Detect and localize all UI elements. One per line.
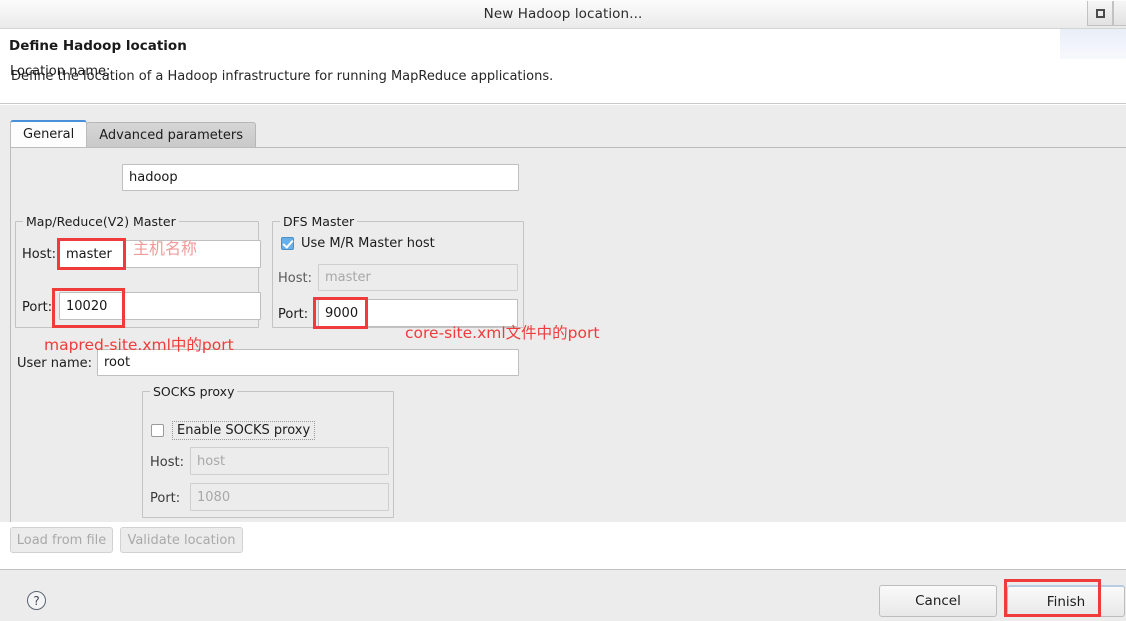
help-icon-label: ? — [33, 593, 40, 608]
dfs-host-input: master — [318, 264, 518, 291]
dfs-host-placeholder: master — [325, 270, 371, 285]
socks-port-input: 1080 — [190, 483, 389, 511]
socks-port-label: Port: — [150, 491, 181, 506]
annotation-mapred-port-text: mapred-site.xml中的port — [44, 336, 234, 354]
page-title: Define Hadoop location — [9, 38, 187, 54]
tab-general-label: General — [23, 127, 75, 142]
load-from-file-label: Load from file — [16, 532, 107, 548]
use-mr-master-host-checkbox-row[interactable]: Use M/R Master host — [281, 236, 435, 251]
location-name-value: hadoop — [129, 170, 178, 185]
socks-host-input: host — [190, 447, 389, 475]
user-name-value: root — [104, 355, 131, 370]
socks-host-label: Host: — [150, 455, 184, 470]
tab-advanced-parameters-label: Advanced parameters — [99, 127, 243, 143]
close-window-button[interactable] — [1113, 1, 1126, 26]
enable-socks-proxy-label: Enable SOCKS proxy — [172, 421, 316, 440]
tab-strip: General Advanced parameters — [10, 120, 256, 147]
enable-socks-proxy-checkbox-row[interactable]: Enable SOCKS proxy — [151, 421, 316, 440]
restore-window-button[interactable] — [1087, 1, 1113, 26]
location-name-label: Location name: — [10, 64, 111, 79]
dialog-header: Define Hadoop location Define the locati… — [0, 29, 1126, 104]
socks-port-placeholder: 1080 — [197, 489, 231, 505]
finish-button-label: Finish — [1046, 593, 1086, 610]
use-mr-master-host-label: Use M/R Master host — [301, 236, 435, 251]
mr-host-label: Host: — [22, 247, 56, 262]
window-titlebar: New Hadoop location... — [0, 0, 1126, 29]
dfs-master-group-title: DFS Master — [280, 214, 358, 229]
use-mr-master-host-checkbox[interactable] — [281, 237, 294, 250]
socks-proxy-group-title: SOCKS proxy — [150, 384, 238, 399]
enable-socks-proxy-checkbox[interactable] — [151, 424, 164, 437]
dfs-host-label: Host: — [278, 271, 312, 286]
socks-host-placeholder: host — [197, 453, 226, 469]
dialog-footer: ? Cancel Finish — [0, 569, 1126, 621]
mapreduce-master-group-title: Map/Reduce(V2) Master — [23, 214, 179, 229]
window-title: New Hadoop location... — [483, 6, 643, 22]
annotation-core-port-text: core-site.xml文件中的port — [405, 324, 600, 342]
load-from-file-button[interactable]: Load from file — [10, 527, 113, 553]
user-name-label: User name: — [17, 356, 93, 371]
mr-host-value: master — [66, 246, 112, 262]
mr-port-label: Port: — [22, 300, 53, 315]
mr-port-value: 10020 — [66, 298, 108, 314]
validate-location-button[interactable]: Validate location — [120, 527, 243, 553]
annotation-hostname-text: 主机名称 — [133, 239, 198, 258]
finish-button[interactable]: Finish — [1007, 585, 1125, 617]
help-question-icon[interactable]: ? — [27, 591, 46, 610]
restore-window-icon — [1095, 8, 1105, 18]
cancel-button[interactable]: Cancel — [879, 585, 997, 617]
tab-general[interactable]: General — [10, 120, 88, 147]
mr-port-input[interactable]: 10020 — [59, 292, 261, 320]
tab-advanced-parameters[interactable]: Advanced parameters — [86, 122, 256, 147]
header-accent-wash — [1060, 29, 1126, 59]
dfs-port-label: Port: — [278, 307, 309, 322]
location-name-input[interactable]: hadoop — [122, 164, 519, 191]
window-controls — [1087, 0, 1126, 29]
dfs-port-value: 9000 — [325, 305, 359, 321]
cancel-button-label: Cancel — [915, 593, 961, 609]
validate-location-label: Validate location — [127, 532, 236, 548]
